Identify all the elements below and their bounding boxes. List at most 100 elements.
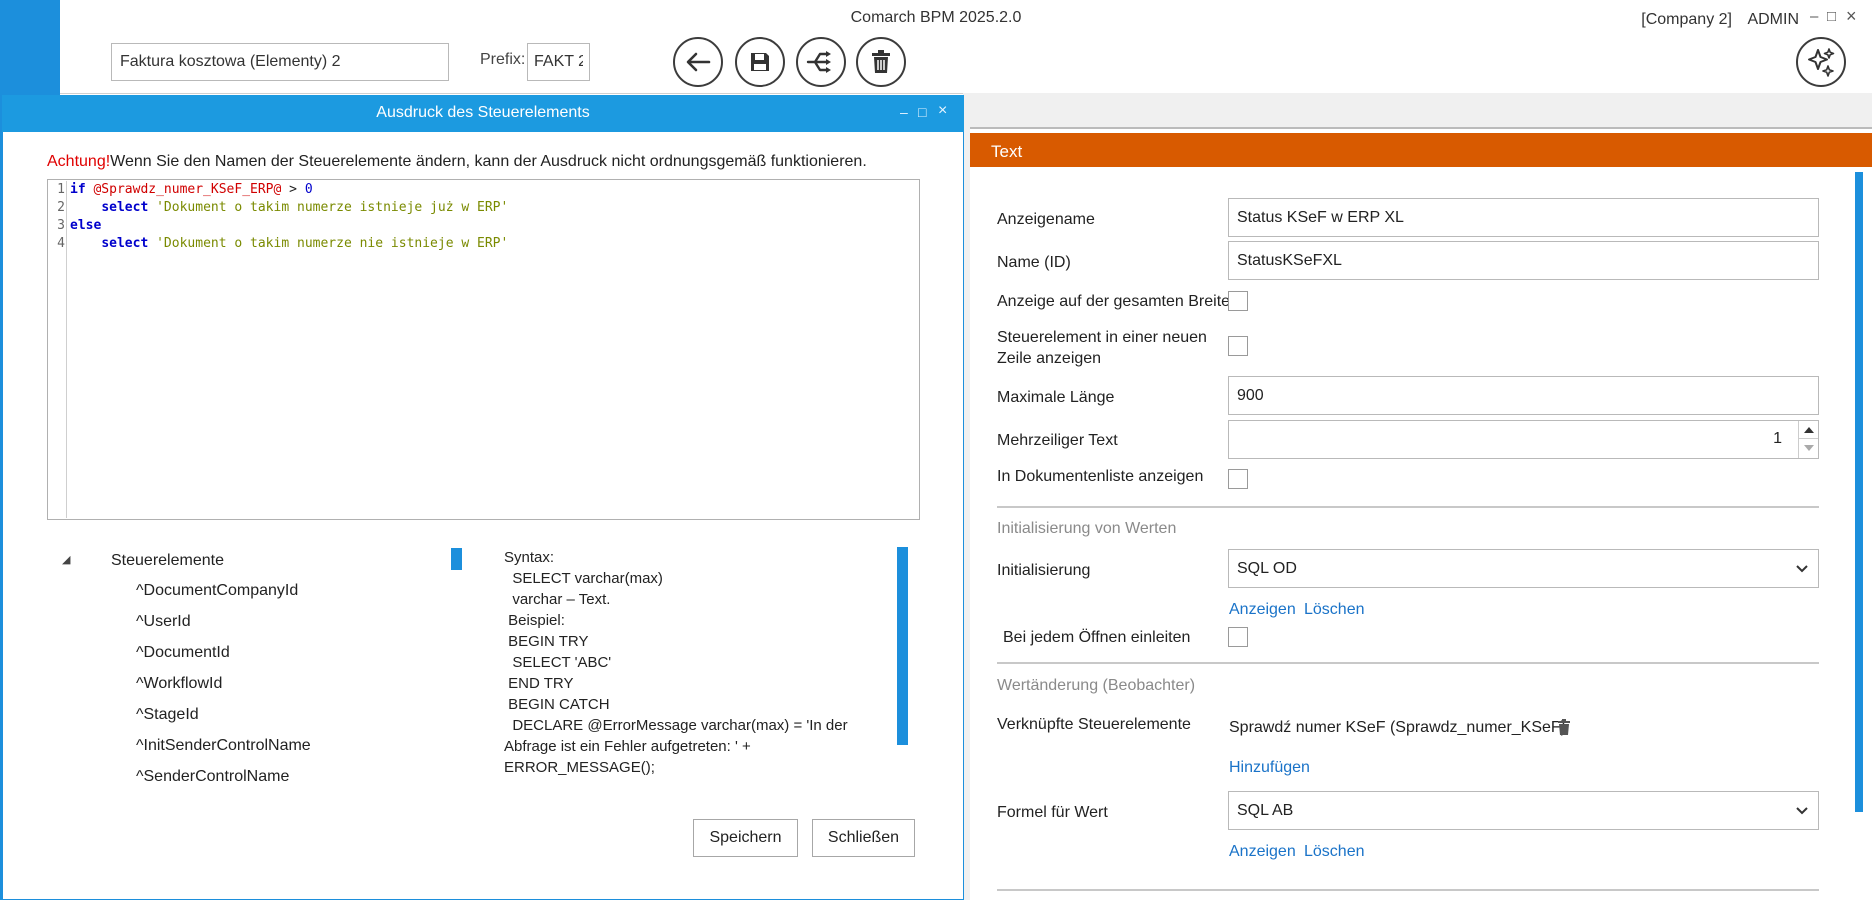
properties-header bbox=[970, 133, 1872, 167]
window-close-button[interactable]: × bbox=[1846, 6, 1857, 27]
linked-controls-label: Verknüpfte Steuerelemente bbox=[997, 716, 1191, 733]
init-show-link[interactable]: Anzeigen bbox=[1229, 601, 1296, 619]
ai-assistant-button[interactable] bbox=[1796, 37, 1846, 87]
dialog-title: Ausdruck des Steuerelements bbox=[376, 104, 590, 121]
formula-delete-link[interactable]: Löschen bbox=[1304, 843, 1365, 861]
code-editor[interactable] bbox=[47, 179, 920, 520]
full-width-checkbox[interactable] bbox=[1228, 291, 1248, 311]
code-string: 'Dokument o takim numerze nie istnieje w… bbox=[156, 236, 509, 251]
tree-item[interactable]: ^InitSenderControlName bbox=[136, 737, 311, 755]
full-width-label: Anzeige auf der gesamten Breite bbox=[997, 293, 1231, 310]
prefix-input[interactable] bbox=[527, 43, 590, 81]
section-divider bbox=[997, 506, 1819, 508]
line-number: 2 bbox=[57, 200, 65, 215]
tree-item[interactable]: ^DocumentCompanyId bbox=[136, 582, 298, 600]
tree-item[interactable]: ^UserId bbox=[136, 613, 191, 631]
document-name-input[interactable] bbox=[111, 43, 449, 81]
warning-prefix: Achtung! bbox=[47, 153, 111, 170]
warning-text: Wenn Sie den Namen der Steuerelemente än… bbox=[110, 153, 867, 170]
line-number: 1 bbox=[57, 182, 65, 197]
floppy-disk-icon bbox=[751, 53, 769, 71]
tree-item[interactable]: ^SenderControlName bbox=[136, 768, 289, 782]
dialog-maximize-button[interactable]: □ bbox=[918, 104, 926, 120]
back-button[interactable] bbox=[673, 37, 723, 87]
formula-show-link[interactable]: Anzeigen bbox=[1229, 843, 1296, 861]
display-name-input[interactable] bbox=[1228, 198, 1819, 237]
trash-icon bbox=[1558, 719, 1570, 735]
stepper-down-button[interactable] bbox=[1799, 439, 1818, 457]
save-toolbar-button[interactable] bbox=[735, 37, 785, 87]
add-linked-control-link[interactable]: Hinzufügen bbox=[1229, 759, 1310, 777]
dialog-close-button[interactable]: × bbox=[938, 102, 947, 120]
company-selector[interactable]: [Company 2] bbox=[1641, 11, 1732, 29]
properties-scrollbar[interactable] bbox=[1855, 172, 1863, 812]
arrow-left-icon bbox=[686, 52, 711, 72]
code-line: select 'Dokument o takim numerze istniej… bbox=[70, 199, 508, 217]
tree-item[interactable]: ^DocumentId bbox=[136, 644, 230, 662]
syntax-line: Syntax: bbox=[504, 549, 555, 566]
remove-linked-control-button[interactable] bbox=[1557, 719, 1571, 740]
formula-label: Formel für Wert bbox=[997, 804, 1108, 821]
init-delete-link[interactable]: Löschen bbox=[1304, 601, 1365, 619]
formula-select-value: SQL AB bbox=[1237, 801, 1294, 819]
syntax-line: Abfrage ist ein Fehler aufgetreten: ' + bbox=[504, 738, 751, 755]
workflow-button[interactable] bbox=[796, 37, 846, 87]
doc-list-label: In Dokumentenliste anzeigen bbox=[997, 468, 1204, 485]
prefix-label: Prefix: bbox=[480, 51, 526, 68]
window-minimize-button[interactable]: – bbox=[1810, 8, 1818, 25]
syntax-line: BEGIN CATCH bbox=[504, 696, 610, 713]
code-keyword: else bbox=[70, 218, 102, 233]
name-id-label: Name (ID) bbox=[997, 254, 1071, 271]
init-select[interactable]: SQL OD bbox=[1228, 549, 1819, 588]
dialog-minimize-button[interactable]: – bbox=[900, 104, 908, 120]
syntax-scrollbar[interactable] bbox=[897, 547, 908, 745]
close-button[interactable]: Schließen bbox=[812, 819, 915, 857]
code-keyword: if bbox=[70, 182, 86, 197]
syntax-line: SELECT 'ABC' bbox=[504, 654, 612, 671]
code-number: 0 bbox=[304, 182, 313, 197]
user-name[interactable]: ADMIN bbox=[1747, 11, 1799, 29]
doc-list-checkbox[interactable] bbox=[1228, 469, 1248, 489]
delete-toolbar-button[interactable] bbox=[856, 37, 906, 87]
properties-header-title: Text bbox=[991, 142, 1023, 161]
new-line-checkbox[interactable] bbox=[1228, 336, 1248, 356]
multiline-label: Mehrzeiliger Text bbox=[997, 432, 1118, 449]
tree-collapse-icon[interactable]: ◢ bbox=[62, 553, 70, 566]
tree-items: ^DocumentCompanyId ^UserId ^DocumentId ^… bbox=[100, 560, 460, 782]
multiline-stepper[interactable]: 1 bbox=[1228, 420, 1819, 459]
display-name-label: Anzeigename bbox=[997, 211, 1095, 228]
tree-scrollbar[interactable] bbox=[451, 548, 462, 570]
tree-item[interactable]: ^StageId bbox=[136, 706, 199, 724]
stepper-buttons bbox=[1798, 421, 1818, 458]
app-title: Comarch BPM 2025.2.0 bbox=[850, 9, 1022, 26]
init-section-title: Initialisierung von Werten bbox=[997, 520, 1177, 537]
name-id-input[interactable] bbox=[1228, 241, 1819, 280]
code-line: select 'Dokument o takim numerze nie ist… bbox=[70, 235, 508, 253]
max-length-input[interactable] bbox=[1228, 376, 1819, 415]
line-number: 3 bbox=[57, 218, 65, 233]
syntax-line: SELECT varchar(max) bbox=[504, 570, 663, 587]
init-on-open-checkbox[interactable] bbox=[1228, 627, 1248, 647]
code-keyword: select bbox=[101, 200, 149, 215]
formula-select[interactable]: SQL AB bbox=[1228, 791, 1819, 830]
tree-item[interactable]: ^WorkflowId bbox=[136, 675, 222, 693]
syntax-line: BEGIN TRY bbox=[504, 633, 589, 650]
save-button[interactable]: Speichern bbox=[693, 819, 798, 857]
sparkles-icon bbox=[1808, 48, 1835, 77]
syntax-help: Syntax: SELECT varchar(max) varchar – Te… bbox=[504, 547, 864, 777]
linked-control-item: Sprawdź numer KSeF (Sprawdz_numer_KSeF) bbox=[1229, 719, 1567, 736]
syntax-line: Beispiel: bbox=[504, 612, 565, 629]
init-on-open-label: Bei jedem Öffnen einleiten bbox=[1003, 629, 1191, 646]
code-keyword: select bbox=[101, 236, 149, 251]
stepper-up-button[interactable] bbox=[1799, 421, 1818, 439]
init-label: Initialisierung bbox=[997, 562, 1091, 579]
code-string: 'Dokument o takim numerze istnieje już w… bbox=[156, 200, 509, 215]
window-maximize-button[interactable]: □ bbox=[1827, 8, 1836, 25]
chevron-down-icon bbox=[1796, 806, 1808, 814]
code-variable: @Sprawdz_numer_KSeF_ERP@ bbox=[93, 182, 282, 197]
code-line: else bbox=[70, 217, 101, 235]
chevron-down-icon bbox=[1796, 564, 1808, 572]
section-divider bbox=[997, 662, 1819, 664]
code-operator: > bbox=[281, 182, 305, 197]
line-number: 4 bbox=[57, 236, 65, 251]
